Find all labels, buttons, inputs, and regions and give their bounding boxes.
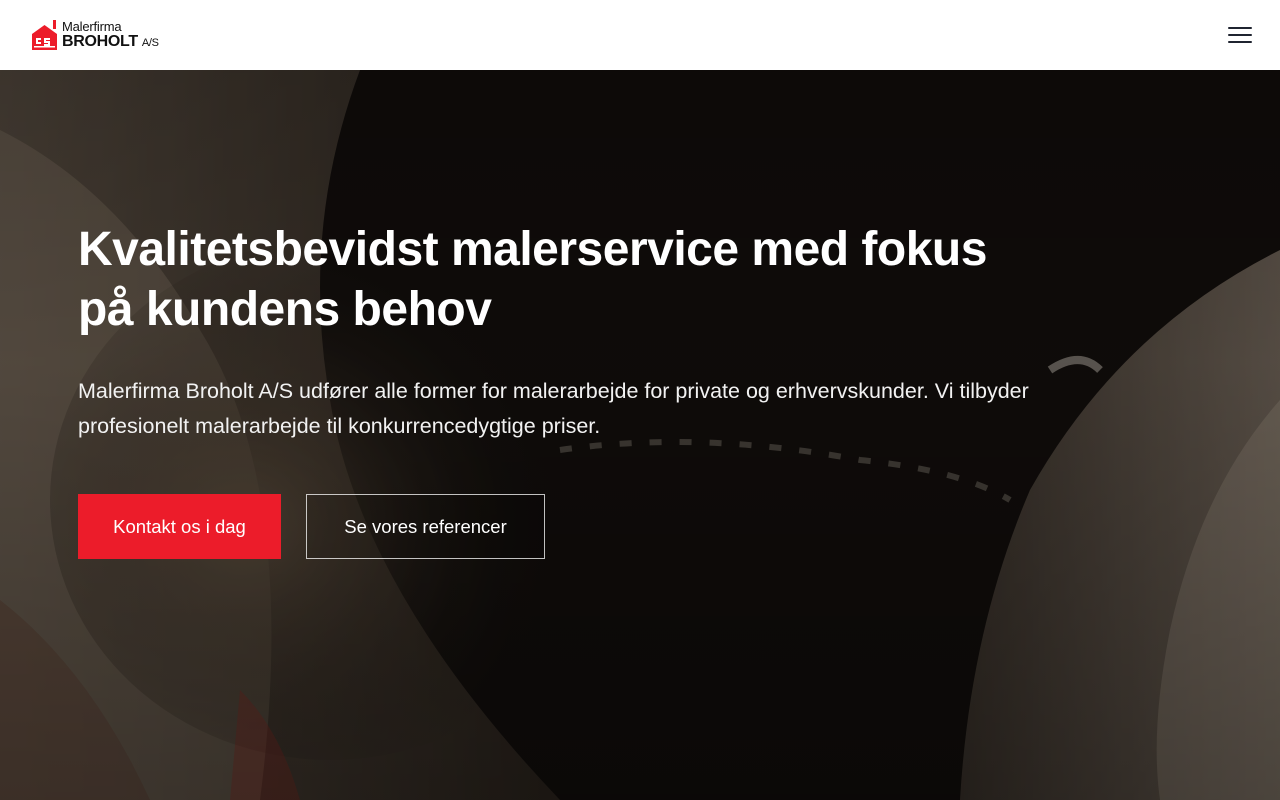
site-logo[interactable]: Malerfirma BROHOLT A/S bbox=[31, 19, 159, 51]
hero-content: Kvalitetsbevidst malerservice med fokus … bbox=[78, 220, 1178, 559]
logo-suffix: A/S bbox=[141, 37, 159, 49]
logo-wordmark: Malerfirma BROHOLT A/S bbox=[62, 20, 159, 50]
hero-actions: Kontakt os i dag Se vores referencer bbox=[78, 494, 1178, 559]
hamburger-menu-icon[interactable] bbox=[1228, 24, 1254, 46]
logo-line1: Malerfirma bbox=[62, 19, 122, 34]
contact-us-button[interactable]: Kontakt os i dag bbox=[78, 494, 281, 559]
house-paint-icon bbox=[32, 19, 57, 50]
logo-line2: BROHOLT A/S bbox=[62, 34, 159, 50]
hero-description: Malerfirma Broholt A/S udfører alle form… bbox=[78, 379, 1029, 438]
hero-section: Kvalitetsbevidst malerservice med fokus … bbox=[0, 70, 1280, 800]
logo-name: BROHOLT bbox=[62, 33, 138, 50]
site-header: Malerfirma BROHOLT A/S bbox=[0, 0, 1280, 70]
menu-bar bbox=[1228, 34, 1252, 36]
menu-bar bbox=[1228, 41, 1252, 43]
hero-title: Kvalitetsbevidst malerservice med fokus … bbox=[78, 223, 987, 336]
menu-bar bbox=[1228, 27, 1252, 29]
see-references-button[interactable]: Se vores referencer bbox=[306, 494, 545, 559]
